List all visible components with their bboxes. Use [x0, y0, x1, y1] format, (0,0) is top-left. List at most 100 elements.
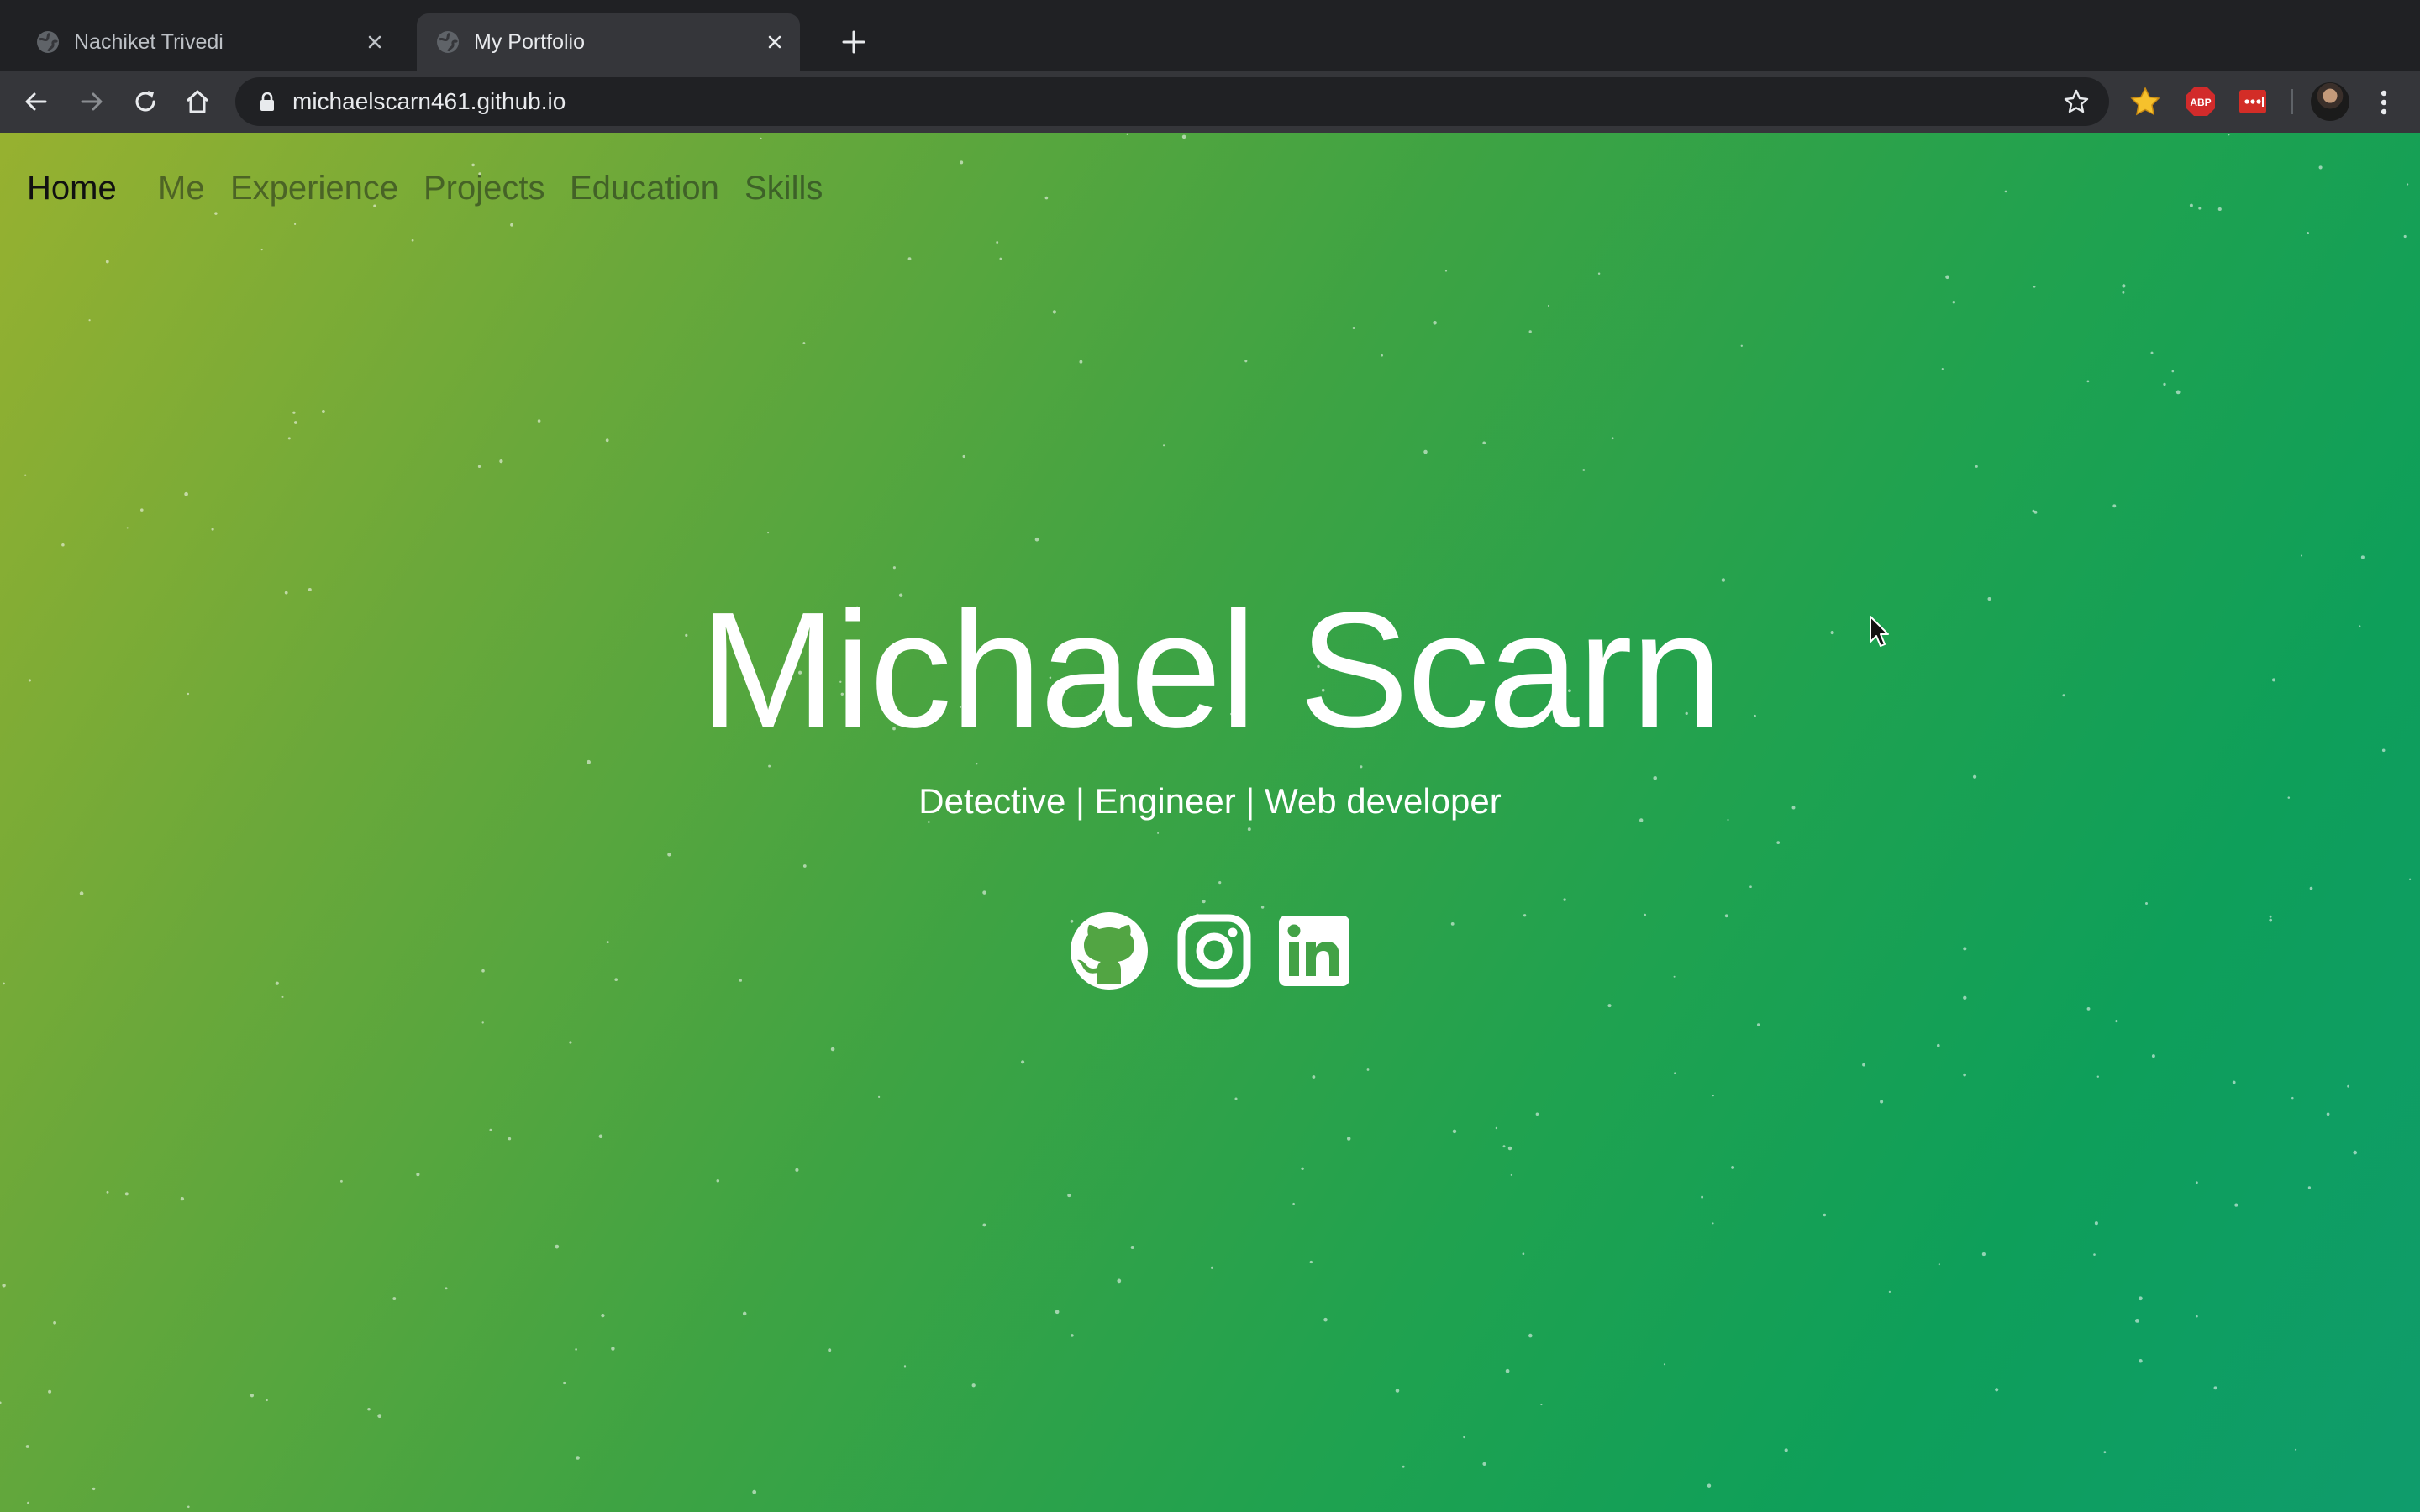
particle-dot: [1244, 360, 1248, 363]
particle-dot: [563, 1381, 566, 1385]
particle-dot: [281, 995, 284, 998]
back-arrow-icon[interactable]: [20, 86, 52, 118]
instagram-icon[interactable]: [1176, 909, 1252, 993]
globe-icon: [37, 31, 59, 53]
particle-dot: [1673, 975, 1676, 978]
kebab-menu-icon[interactable]: [2371, 86, 2396, 119]
particle-dot: [61, 543, 65, 547]
adblock-plus-icon[interactable]: ABP: [2185, 86, 2217, 118]
particle-dot: [2198, 207, 2202, 210]
particle-dot: [555, 1244, 560, 1249]
tab-my-portfolio[interactable]: My Portfolio: [417, 13, 800, 71]
particle-dot: [105, 260, 109, 264]
reload-icon[interactable]: [129, 86, 161, 118]
particle-dot: [1312, 1075, 1316, 1079]
particle-dot: [510, 223, 513, 227]
particle-dot: [477, 465, 481, 469]
particle-dot: [982, 1223, 986, 1227]
particle-dot: [2269, 918, 2273, 922]
particle-dot: [2122, 284, 2126, 288]
particle-dot: [1862, 1063, 1865, 1067]
adblock-label: ABP: [2190, 97, 2211, 108]
browser-toolbar: michaelscarn461.github.io ABP: [0, 71, 2420, 133]
lock-icon[interactable]: [257, 91, 277, 113]
nav-home[interactable]: Home: [27, 163, 117, 213]
particle-dot: [1963, 995, 1967, 1000]
particle-dot: [1495, 1126, 1498, 1130]
particle-dot: [1701, 1195, 1704, 1199]
hero-tagline: Detective | Engineer | Web developer: [918, 781, 1502, 821]
particle-dot: [1674, 1072, 1676, 1074]
forward-arrow-icon[interactable]: [76, 86, 108, 118]
particle-dot: [2086, 1007, 2091, 1011]
nav-projects[interactable]: Projects: [424, 163, 545, 213]
particle-dot: [489, 1128, 492, 1131]
particle-dot: [2135, 1319, 2139, 1323]
particle-dot: [1444, 270, 1448, 272]
particle-dot: [1597, 272, 1601, 275]
bookmark-star-extension-icon[interactable]: [2129, 86, 2161, 118]
particle-dot: [180, 1196, 185, 1201]
particle-dot: [2326, 1112, 2330, 1116]
particle-dot: [2228, 134, 2230, 136]
url-text[interactable]: michaelscarn461.github.io: [292, 88, 566, 115]
particle-dot: [1463, 1436, 1465, 1439]
particle-dot: [1117, 1278, 1122, 1284]
particle-dot: [211, 528, 214, 531]
new-tab-icon[interactable]: [839, 27, 869, 57]
particle-dot: [1157, 832, 1160, 834]
bookmark-star-icon[interactable]: [2062, 87, 2091, 116]
particle-dot: [367, 1407, 371, 1411]
particle-dot: [1528, 1333, 1533, 1338]
particle-dot: [2103, 1451, 2107, 1454]
particle-dot: [1937, 1043, 1940, 1047]
globe-icon: [437, 31, 459, 53]
particle-dot: [1021, 1060, 1025, 1064]
particle-dot: [88, 319, 91, 322]
lastpass-icon[interactable]: [2237, 86, 2269, 118]
particle-dot: [1507, 1146, 1512, 1151]
particle-dot: [2115, 1020, 2118, 1023]
particle-dot: [1945, 275, 1949, 280]
particle-dot: [1381, 354, 1383, 357]
particle-dot: [614, 978, 618, 981]
tab-title: Nachiket Trivedi: [74, 30, 224, 54]
particle-dot: [1607, 1004, 1612, 1008]
tab-nachiket-trivedi[interactable]: Nachiket Trivedi: [17, 13, 400, 71]
particle-dot: [1563, 898, 1566, 901]
particle-dot: [250, 1394, 255, 1398]
close-tab-icon[interactable]: [761, 29, 788, 55]
particle-dot: [2112, 504, 2117, 508]
particle-dot: [392, 1297, 397, 1301]
particle-dot: [1366, 1068, 1370, 1071]
close-tab-icon[interactable]: [361, 29, 388, 55]
particle-dot: [767, 532, 770, 534]
particle-dot: [508, 1137, 512, 1141]
linkedin-icon[interactable]: [1277, 909, 1351, 993]
github-icon[interactable]: [1069, 909, 1150, 993]
nav-skills[interactable]: Skills: [744, 163, 823, 213]
particle-dot: [569, 1041, 572, 1044]
profile-avatar[interactable]: [2311, 82, 2349, 121]
home-icon[interactable]: [182, 86, 213, 118]
particle-dot: [1163, 444, 1165, 447]
particle-dot: [739, 979, 742, 982]
particle-dot: [1963, 947, 1967, 951]
particle-dot: [287, 437, 291, 440]
particle-dot: [830, 1047, 835, 1052]
particle-dot: [1395, 1389, 1400, 1393]
particle-dot: [2086, 380, 2090, 383]
nav-me[interactable]: Me: [158, 163, 205, 213]
particle-dot: [1309, 1260, 1313, 1264]
particle-dot: [53, 1320, 57, 1325]
address-bar[interactable]: michaelscarn461.github.io: [235, 77, 2109, 126]
particle-dot: [1071, 1334, 1074, 1337]
mouse-cursor: [1870, 616, 1889, 647]
particle-dot: [1505, 1368, 1510, 1373]
nav-education[interactable]: Education: [570, 163, 719, 213]
particle-dot: [1301, 1167, 1304, 1171]
particle-dot: [1482, 441, 1486, 445]
nav-experience[interactable]: Experience: [230, 163, 398, 213]
particle-dot: [1067, 1194, 1071, 1198]
particle-dot: [971, 1383, 976, 1388]
